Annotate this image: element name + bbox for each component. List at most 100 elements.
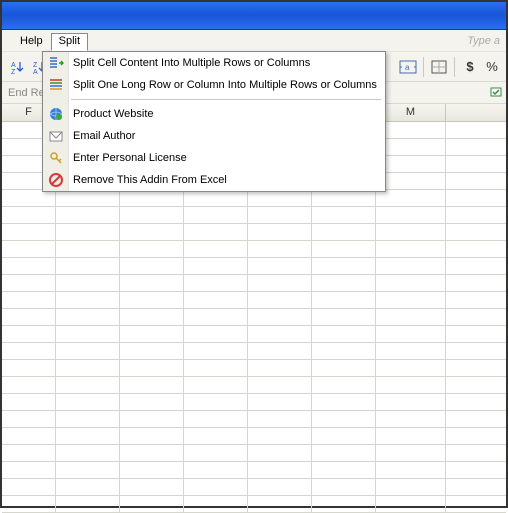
cell[interactable] [376,292,446,308]
cell[interactable] [120,309,184,325]
cell[interactable] [248,445,312,461]
cell[interactable] [184,258,248,274]
cell[interactable] [312,241,376,257]
menu-split-cell-content[interactable]: Split Cell Content Into Multiple Rows or… [43,52,385,74]
cell[interactable] [376,479,446,495]
menu-email-author[interactable]: Email Author [43,125,385,147]
cell[interactable] [120,292,184,308]
cell[interactable] [2,190,56,206]
cell[interactable] [2,343,56,359]
cell[interactable] [120,241,184,257]
cell[interactable] [184,309,248,325]
cell[interactable] [2,479,56,495]
cell[interactable] [120,462,184,478]
cell[interactable] [120,411,184,427]
menu-split[interactable]: Split [51,33,88,51]
cell[interactable] [56,394,120,410]
cell[interactable] [376,139,446,155]
merge-icon[interactable]: a [398,57,418,77]
end-review-button[interactable]: End Re [8,87,45,99]
cell[interactable] [120,428,184,444]
cell[interactable] [184,241,248,257]
cell[interactable] [56,377,120,393]
cell[interactable] [376,173,446,189]
cell[interactable] [184,207,248,223]
cell[interactable] [312,360,376,376]
cell[interactable] [120,445,184,461]
cell[interactable] [2,496,56,512]
cell[interactable] [248,377,312,393]
cell[interactable] [120,258,184,274]
cell[interactable] [56,360,120,376]
cell[interactable] [376,190,446,206]
cell[interactable] [56,479,120,495]
cell[interactable] [184,292,248,308]
cell[interactable] [376,122,446,138]
menu-help[interactable]: Help [12,33,51,49]
cell[interactable] [248,394,312,410]
cell[interactable] [184,496,248,512]
menu-split-long-row[interactable]: Split One Long Row or Column Into Multip… [43,74,385,96]
cell[interactable] [2,326,56,342]
cell[interactable] [248,343,312,359]
cell[interactable] [2,360,56,376]
cell[interactable] [184,326,248,342]
cell[interactable] [184,445,248,461]
cell[interactable] [312,190,376,206]
cell[interactable] [120,360,184,376]
cell[interactable] [312,479,376,495]
cell[interactable] [376,309,446,325]
cell[interactable] [2,377,56,393]
cell[interactable] [376,445,446,461]
cell[interactable] [2,394,56,410]
cell[interactable] [56,292,120,308]
menu-enter-license[interactable]: Enter Personal License [43,147,385,169]
sort-asc-icon[interactable]: AZ [8,57,28,77]
cell[interactable] [56,411,120,427]
column-header[interactable]: M [376,104,446,121]
cell[interactable] [184,377,248,393]
cell[interactable] [2,309,56,325]
cell[interactable] [312,224,376,240]
cell[interactable] [312,428,376,444]
cell[interactable] [376,275,446,291]
cell[interactable] [56,275,120,291]
cell[interactable] [376,156,446,172]
percent-icon[interactable]: % [482,57,502,77]
type-question-box[interactable]: Type a [467,35,502,47]
cell[interactable] [376,462,446,478]
cell[interactable] [312,411,376,427]
cell[interactable] [184,275,248,291]
cell[interactable] [56,326,120,342]
cell[interactable] [312,445,376,461]
cell[interactable] [248,428,312,444]
cell[interactable] [376,411,446,427]
cell[interactable] [184,343,248,359]
cell[interactable] [312,377,376,393]
borders-icon[interactable] [429,57,449,77]
cell[interactable] [2,462,56,478]
cell[interactable] [2,428,56,444]
cell[interactable] [120,326,184,342]
cell[interactable] [376,496,446,512]
cell[interactable] [120,190,184,206]
cell[interactable] [312,343,376,359]
cell[interactable] [184,224,248,240]
cell[interactable] [120,496,184,512]
cell[interactable] [2,207,56,223]
cell[interactable] [248,496,312,512]
cell[interactable] [56,309,120,325]
cell[interactable] [312,207,376,223]
cell[interactable] [2,445,56,461]
cell[interactable] [376,224,446,240]
cell[interactable] [56,496,120,512]
cell[interactable] [248,224,312,240]
cell[interactable] [2,241,56,257]
cell[interactable] [56,207,120,223]
cell[interactable] [376,428,446,444]
cell[interactable] [376,207,446,223]
cell[interactable] [376,394,446,410]
cell[interactable] [120,343,184,359]
cell[interactable] [184,462,248,478]
cell[interactable] [312,462,376,478]
